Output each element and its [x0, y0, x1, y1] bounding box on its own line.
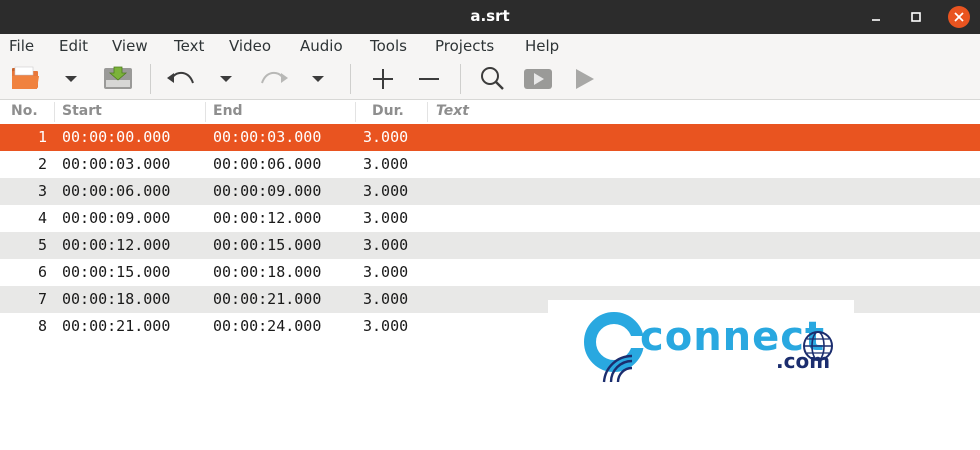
- column-divider: [355, 102, 356, 122]
- save-icon[interactable]: [100, 58, 136, 99]
- undo-dropdown-arrow-icon[interactable]: [215, 58, 237, 99]
- undo-icon[interactable]: [163, 58, 199, 99]
- cell-end: 00:00:21.000: [213, 290, 322, 308]
- search-icon[interactable]: [476, 58, 508, 99]
- cell-dur: 3.000: [363, 317, 409, 335]
- menu-view[interactable]: View: [112, 37, 148, 55]
- table-row[interactable]: 2 00:00:03.000 00:00:06.000 3.000: [0, 151, 980, 178]
- cell-no: 2: [37, 155, 47, 173]
- table-row[interactable]: 5 00:00:12.000 00:00:15.000 3.000: [0, 232, 980, 259]
- menu-file[interactable]: File: [9, 37, 34, 55]
- cell-end: 00:00:24.000: [213, 317, 322, 335]
- cell-end: 00:00:09.000: [213, 182, 322, 200]
- cell-start: 00:00:21.000: [62, 317, 171, 335]
- menu-projects[interactable]: Projects: [435, 37, 494, 55]
- cell-dur: 3.000: [363, 182, 409, 200]
- close-icon[interactable]: [948, 6, 970, 28]
- menu-help[interactable]: Help: [525, 37, 559, 55]
- menubar: File Edit View Text Video Audio Tools Pr…: [0, 34, 980, 58]
- cell-no: 6: [37, 263, 47, 281]
- column-divider: [427, 102, 428, 122]
- cell-end: 00:00:12.000: [213, 209, 322, 227]
- column-header-text[interactable]: Text: [436, 103, 469, 119]
- maximize-icon[interactable]: [906, 7, 926, 27]
- cell-start: 00:00:06.000: [62, 182, 171, 200]
- play-video-icon[interactable]: [521, 58, 555, 99]
- cell-end: 00:00:06.000: [213, 155, 322, 173]
- window-titlebar: a.srt: [0, 0, 980, 34]
- toolbar-separator: [150, 64, 151, 94]
- redo-icon[interactable]: [256, 58, 292, 99]
- menu-video[interactable]: Video: [229, 37, 271, 55]
- cell-end: 00:00:03.000: [213, 128, 322, 146]
- menu-text[interactable]: Text: [174, 37, 204, 55]
- toolbar-separator: [460, 64, 461, 94]
- add-icon[interactable]: [368, 58, 398, 99]
- cell-start: 00:00:09.000: [62, 209, 171, 227]
- cell-end: 00:00:15.000: [213, 236, 322, 254]
- menu-tools[interactable]: Tools: [370, 37, 407, 55]
- redo-dropdown-arrow-icon[interactable]: [307, 58, 329, 99]
- play-icon[interactable]: [570, 58, 600, 99]
- watermark-logo: connect .com: [548, 300, 854, 386]
- open-dropdown-arrow-icon[interactable]: [60, 58, 82, 99]
- menu-audio[interactable]: Audio: [300, 37, 343, 55]
- cell-dur: 3.000: [363, 155, 409, 173]
- table-row[interactable]: 3 00:00:06.000 00:00:09.000 3.000: [0, 178, 980, 205]
- cell-no: 4: [37, 209, 47, 227]
- column-header-end[interactable]: End: [213, 103, 243, 119]
- watermark-domain: .com: [776, 349, 831, 373]
- minimize-icon[interactable]: [866, 7, 886, 27]
- cell-dur: 3.000: [363, 263, 409, 281]
- cell-dur: 3.000: [363, 128, 409, 146]
- column-header-start[interactable]: Start: [62, 103, 102, 119]
- cell-dur: 3.000: [363, 236, 409, 254]
- cell-no: 5: [37, 236, 47, 254]
- toolbar: [0, 58, 980, 100]
- remove-icon[interactable]: [414, 58, 444, 99]
- cell-dur: 3.000: [363, 290, 409, 308]
- cell-start: 00:00:00.000: [62, 128, 171, 146]
- menu-edit[interactable]: Edit: [59, 37, 88, 55]
- cell-start: 00:00:18.000: [62, 290, 171, 308]
- cell-end: 00:00:18.000: [213, 263, 322, 281]
- table-header: No. Start End Dur. Text: [0, 100, 980, 124]
- column-divider: [54, 102, 55, 122]
- toolbar-separator: [350, 64, 351, 94]
- cell-start: 00:00:15.000: [62, 263, 171, 281]
- cell-no: 1: [37, 128, 47, 146]
- column-header-dur[interactable]: Dur.: [372, 103, 404, 119]
- cell-start: 00:00:03.000: [62, 155, 171, 173]
- cell-no: 7: [37, 290, 47, 308]
- cell-start: 00:00:12.000: [62, 236, 171, 254]
- open-folder-icon[interactable]: [8, 58, 44, 99]
- cell-no: 8: [37, 317, 47, 335]
- cell-no: 3: [37, 182, 47, 200]
- column-divider: [205, 102, 206, 122]
- table-row[interactable]: 6 00:00:15.000 00:00:18.000 3.000: [0, 259, 980, 286]
- cell-dur: 3.000: [363, 209, 409, 227]
- column-header-no[interactable]: No.: [11, 103, 38, 119]
- table-row[interactable]: 1 00:00:00.000 00:00:03.000 3.000: [0, 124, 980, 151]
- table-row[interactable]: 4 00:00:09.000 00:00:12.000 3.000: [0, 205, 980, 232]
- window-title: a.srt: [470, 7, 510, 25]
